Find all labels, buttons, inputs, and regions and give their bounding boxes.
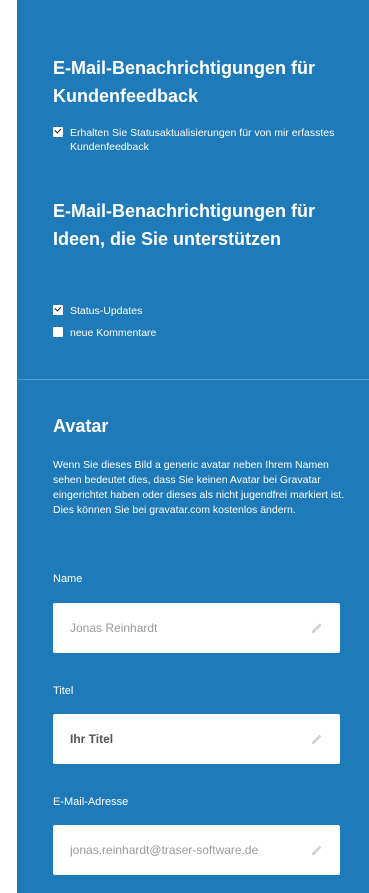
new-comments-option[interactable]: neue Kommentare: [53, 326, 156, 340]
status-updates-checkbox[interactable]: [53, 305, 63, 315]
settings-panel: E-Mail-Benachrichtigungen für Kundenfeed…: [17, 0, 369, 893]
feedback-status-option[interactable]: Erhalten Sie Statusaktualisierungen für …: [53, 126, 343, 154]
email-label: E-Mail-Adresse: [53, 796, 129, 808]
email-field[interactable]: jonas.reinhardt@traser-software.de: [53, 825, 340, 875]
name-field[interactable]: Jonas Reinhardt: [53, 603, 340, 653]
avatar-description: Wenn Sie dieses Bild a generic avatar ne…: [53, 459, 345, 516]
title-field[interactable]: Ihr Titel: [53, 714, 340, 764]
name-label: Name: [53, 573, 83, 585]
new-comments-checkbox[interactable]: [53, 327, 63, 337]
pencil-icon[interactable]: [310, 621, 324, 635]
new-comments-label: neue Kommentare: [70, 327, 157, 339]
feedback-status-checkbox[interactable]: [53, 127, 63, 137]
status-updates-option[interactable]: Status-Updates: [53, 304, 142, 318]
title-label: Titel: [53, 685, 74, 697]
feedback-notifications-heading: E-Mail-Benachrichtigungen für Kundenfeed…: [53, 58, 316, 106]
avatar-heading: Avatar: [53, 416, 109, 436]
pencil-icon[interactable]: [310, 732, 324, 746]
name-value[interactable]: Jonas Reinhardt: [70, 621, 306, 635]
status-updates-label: Status-Updates: [70, 305, 143, 317]
email-value[interactable]: jonas.reinhardt@traser-software.de: [70, 843, 306, 857]
pencil-icon[interactable]: [310, 843, 324, 857]
ideas-notifications-heading: E-Mail-Benachrichtigungen für Ideen, die…: [53, 201, 316, 249]
feedback-status-label: Erhalten Sie Statusaktualisierungen für …: [70, 127, 335, 153]
section-divider: [17, 379, 369, 380]
title-value[interactable]: Ihr Titel: [70, 732, 306, 746]
